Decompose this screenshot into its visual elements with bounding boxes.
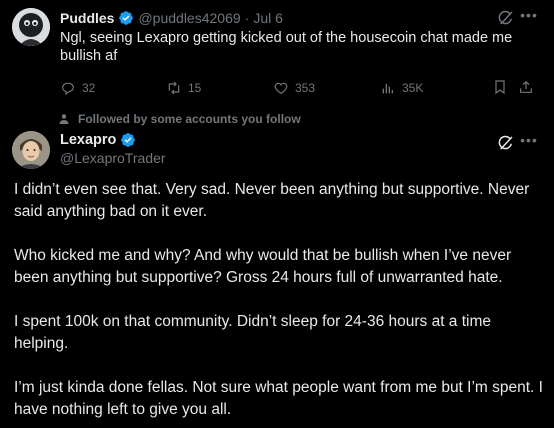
social-context: Followed by some accounts you follow: [58, 111, 301, 127]
more-icon[interactable]: •••: [520, 133, 538, 152]
author-name[interactable]: Puddles: [60, 10, 114, 26]
author-handle[interactable]: @LexaproTrader: [60, 150, 166, 166]
tweet-paragraph: Who kicked me and why? And why would tha…: [14, 247, 512, 286]
tweet-puddles[interactable]: Puddles @puddles42069 · Jul 6 ••• Ngl, s…: [0, 0, 554, 104]
repost-button[interactable]: 15: [166, 78, 201, 98]
verified-badge-icon: [119, 11, 134, 25]
views-count: 35K: [402, 81, 424, 95]
more-icon[interactable]: •••: [520, 8, 538, 27]
verified-badge-icon: [121, 133, 136, 147]
tweet-date[interactable]: Jul 6: [253, 10, 283, 26]
like-count: 353: [295, 81, 316, 95]
timeline: Puddles @puddles42069 · Jul 6 ••• Ngl, s…: [0, 0, 554, 428]
views-icon: [382, 84, 393, 94]
reply-button[interactable]: 32: [60, 78, 95, 98]
avatar[interactable]: [12, 131, 50, 169]
repost-count: 15: [188, 81, 202, 95]
repost-icon: [168, 81, 180, 95]
grok-icon[interactable]: [497, 9, 515, 27]
tweet-paragraph: I’m just kinda done fellas. Not sure wha…: [14, 379, 543, 418]
person-icon: [59, 114, 69, 124]
like-button[interactable]: 353: [273, 78, 315, 98]
social-context-text[interactable]: Followed by some accounts you follow: [78, 112, 301, 126]
separator: ·: [244, 10, 250, 26]
views-button[interactable]: 35K: [380, 78, 423, 98]
author-handle[interactable]: @puddles42069: [138, 10, 240, 26]
grok-icon[interactable]: [497, 134, 515, 152]
share-icon[interactable]: [518, 79, 534, 95]
tweet-text: I didn’t even see that. Very sad. Never …: [14, 179, 544, 421]
author-name[interactable]: Lexapro: [60, 132, 116, 148]
avatar[interactable]: [12, 8, 50, 46]
tweet-paragraph: I spent 100k on that community. Didn’t s…: [14, 313, 492, 352]
tweet-actions: 32 15 353 35K: [60, 78, 538, 98]
like-icon: [274, 82, 288, 95]
tweet-text: Ngl, seeing Lexapro getting kicked out o…: [60, 30, 513, 64]
reply-icon: [62, 82, 74, 96]
reply-count: 32: [82, 81, 96, 95]
bookmark-icon[interactable]: [492, 79, 508, 95]
tweet-paragraph: I didn’t even see that. Very sad. Never …: [14, 181, 530, 220]
tweet-header: Lexapro: [60, 131, 140, 149]
tweet-header: Puddles @puddles42069 · Jul 6: [60, 8, 283, 28]
